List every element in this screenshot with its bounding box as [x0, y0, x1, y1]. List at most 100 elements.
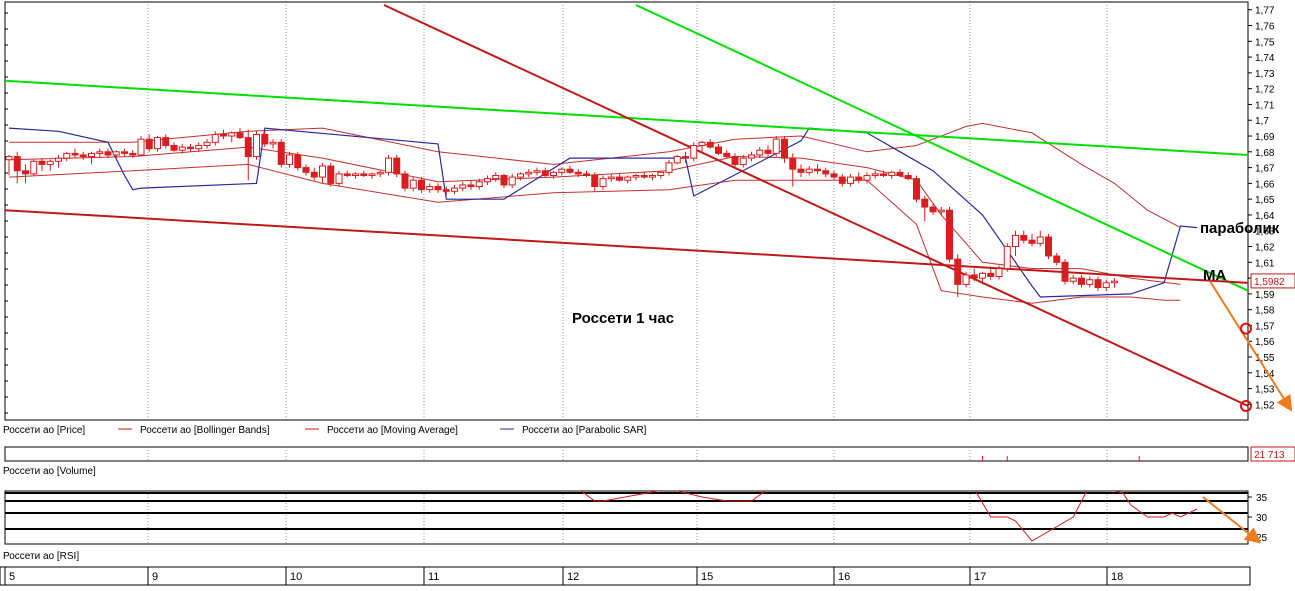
- candle-up: [1012, 234, 1019, 248]
- candle-down: [921, 198, 929, 208]
- legend-entry: Россети ао [Parabolic SAR]: [522, 425, 647, 436]
- candle-up: [211, 133, 219, 143]
- candle-up: [335, 173, 343, 184]
- time-axis-frame: [0, 566, 1251, 586]
- candle-down: [170, 144, 178, 151]
- candle-down: [987, 272, 995, 278]
- candle-up: [673, 156, 681, 164]
- candle-up: [847, 176, 854, 184]
- candle-down: [1078, 277, 1085, 285]
- candle-down: [797, 168, 805, 173]
- candle-down: [434, 186, 442, 191]
- candle-up: [1086, 279, 1094, 285]
- candle-up: [475, 181, 483, 188]
- price-axis-tick-label: 1,69: [1255, 132, 1275, 143]
- candle-up: [5, 156, 13, 161]
- volume-panel-frame: [4, 446, 1249, 462]
- candle-up: [888, 171, 896, 176]
- candle-up: [484, 178, 491, 183]
- candle-up: [368, 173, 376, 176]
- candle-up: [690, 144, 698, 159]
- candle-up: [649, 174, 656, 178]
- candle-down: [401, 173, 409, 189]
- price-axis-tick-label: 1,65: [1255, 195, 1275, 206]
- candle-up: [1036, 236, 1044, 244]
- candle-down: [442, 189, 450, 192]
- candle-down: [220, 133, 227, 137]
- candle-up: [1003, 246, 1011, 270]
- candle-down: [723, 152, 731, 158]
- price-axis-tick-label: 1,62: [1255, 243, 1275, 254]
- chart-stage: 1,521,531,541,551,561,571,581,591,61,611…: [0, 0, 1295, 588]
- candle-up: [63, 152, 71, 159]
- candle-up: [863, 174, 871, 181]
- candle-down: [187, 146, 194, 150]
- time-axis-label: 15: [701, 571, 713, 583]
- price-panel-frame: [4, 1, 1249, 421]
- candle-down: [822, 170, 830, 175]
- candle-down: [38, 160, 46, 165]
- candle-up: [995, 268, 1003, 278]
- candle-up: [533, 170, 541, 173]
- candle-up: [55, 157, 62, 162]
- candle-down: [129, 152, 137, 156]
- candle-down: [731, 156, 739, 165]
- rsi-axis-tick-label: 30: [1256, 513, 1268, 524]
- time-axis-label: 17: [974, 571, 986, 583]
- candle-up: [550, 171, 557, 176]
- candle-up: [195, 144, 203, 150]
- candle-up: [525, 171, 533, 175]
- candle-down: [393, 157, 401, 175]
- candle-down: [904, 174, 912, 180]
- candle-down: [1045, 236, 1052, 257]
- candle-down: [244, 137, 252, 158]
- legend-entry: Россети ао [Price]: [3, 425, 85, 436]
- candle-up: [352, 173, 359, 176]
- time-axis-label: 10: [290, 571, 302, 583]
- candle-up: [657, 171, 665, 176]
- candle-up: [607, 176, 615, 180]
- price-axis-tick-label: 1,74: [1255, 53, 1275, 64]
- volume-panel-label: Россети ао [Volume]: [3, 466, 96, 477]
- candle-up: [253, 133, 260, 158]
- time-axis-label: 11: [428, 571, 439, 583]
- candle-down: [121, 151, 128, 154]
- candle-down: [418, 179, 425, 191]
- candle-down: [360, 173, 368, 176]
- candle-up: [805, 168, 813, 173]
- candle-down: [277, 141, 285, 165]
- candle-down: [929, 206, 937, 213]
- rsi-axis-tick-label: 35: [1256, 493, 1268, 504]
- candle-down: [22, 170, 29, 175]
- candle-down: [261, 133, 269, 145]
- price-axis-tick-label: 1,67: [1255, 164, 1275, 175]
- candle-down: [814, 168, 821, 172]
- candle-up: [96, 151, 104, 154]
- price-axis-tick-label: 1,59: [1255, 290, 1275, 301]
- candle-down: [830, 173, 838, 178]
- price-axis-tick-label: 1,56: [1255, 337, 1275, 348]
- candle-up: [88, 152, 95, 158]
- candle-down: [616, 176, 623, 181]
- candle-down: [13, 156, 21, 172]
- candle-up: [228, 132, 236, 137]
- rsi-panel-frame: [4, 490, 1249, 545]
- candle-up: [1069, 277, 1077, 282]
- candle-down: [104, 151, 112, 156]
- candle-down: [500, 174, 508, 186]
- candle-up: [599, 178, 607, 188]
- candle-down: [913, 178, 920, 200]
- candle-up: [426, 186, 434, 191]
- candle-down: [236, 132, 244, 139]
- candle-up: [748, 154, 755, 159]
- price-axis-tick-label: 1,53: [1255, 385, 1275, 396]
- last-price-label: 1,5982: [1254, 277, 1285, 288]
- chart-title: Россети 1 час: [572, 310, 674, 327]
- candle-down: [343, 173, 351, 176]
- candle-down: [706, 141, 714, 148]
- candle-down: [954, 258, 962, 285]
- volume-last-label: 21 713: [1254, 450, 1285, 461]
- candle-up: [112, 151, 120, 156]
- candle-up: [409, 179, 417, 189]
- candle-up: [154, 137, 161, 150]
